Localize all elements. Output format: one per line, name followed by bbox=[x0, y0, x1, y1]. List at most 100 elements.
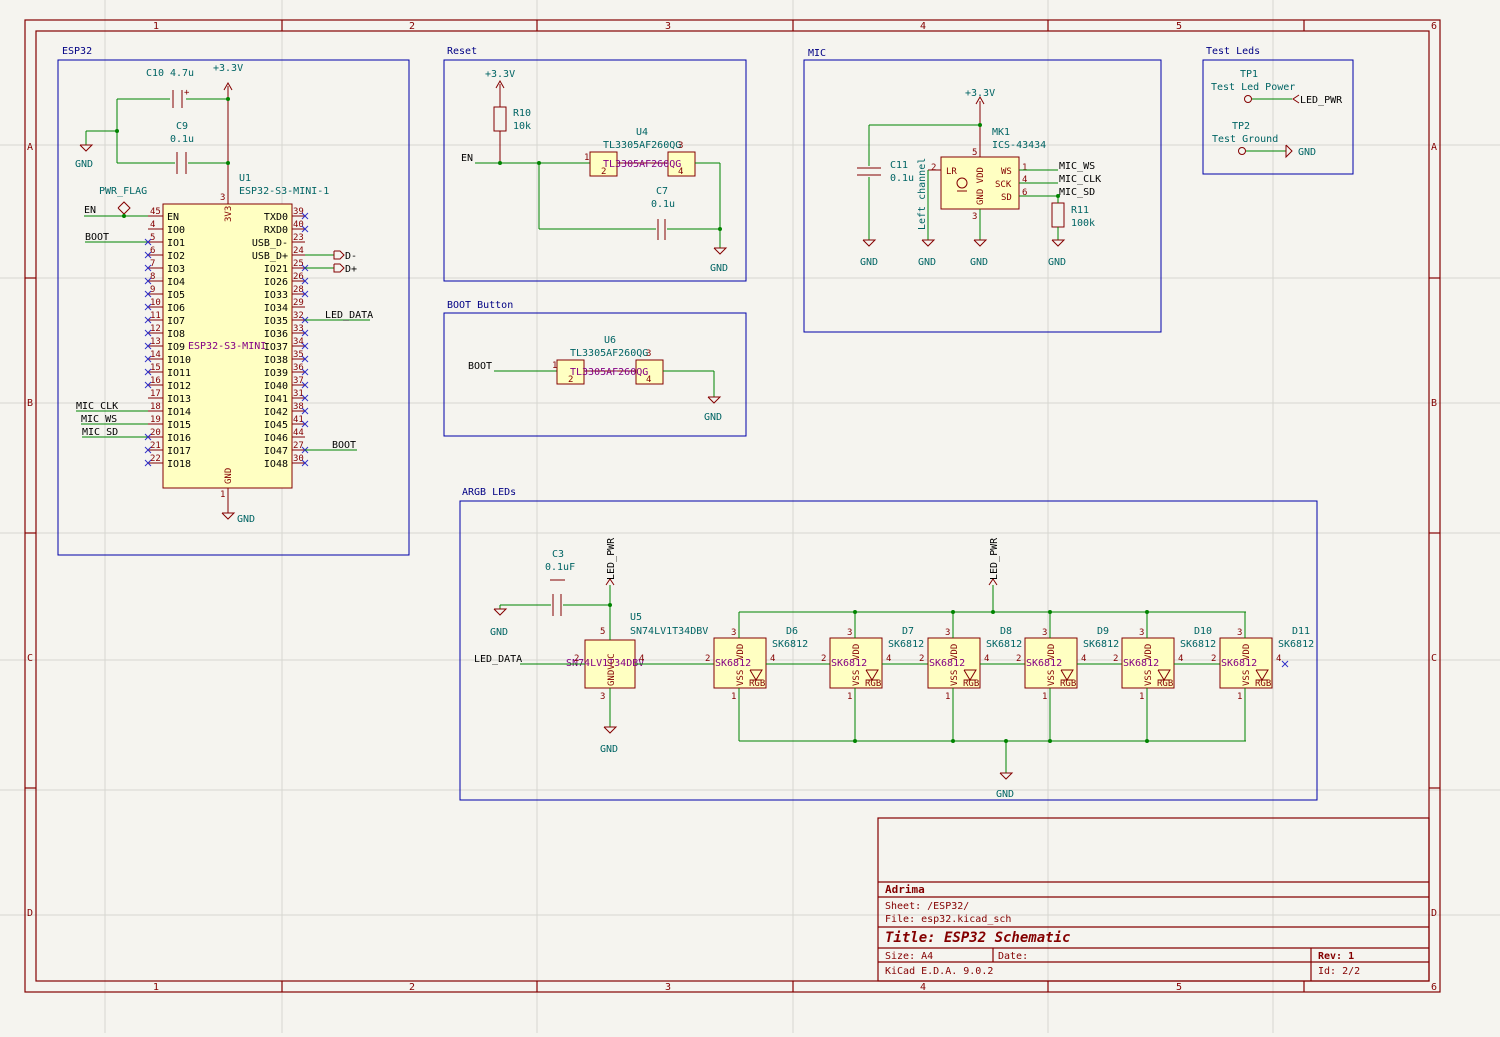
u1-pin-name: IO14 bbox=[167, 407, 191, 418]
svg-text:D8: D8 bbox=[1000, 626, 1012, 637]
svg-text:Test Ground: Test Ground bbox=[1212, 134, 1278, 145]
led-d9: D9SK6812SK6812VDDVSS RGB312 4 bbox=[1016, 610, 1122, 743]
svg-text:3: 3 bbox=[600, 692, 605, 702]
frame-row-label: C bbox=[1431, 653, 1437, 664]
u1-pin-number: 14 bbox=[150, 350, 161, 360]
u1-pin-name: IO5 bbox=[167, 290, 185, 301]
frame-row-label: A bbox=[1431, 142, 1437, 153]
svg-text:ESP32-S3-MINI-1: ESP32-S3-MINI-1 bbox=[239, 186, 329, 197]
led-d7: D7SK6812SK6812VDDVSS RGB312 4 bbox=[821, 610, 928, 743]
kicad-version: KiCad E.D.A. 9.0.2 bbox=[885, 966, 993, 977]
svg-text:C7: C7 bbox=[656, 186, 668, 197]
svg-text:2: 2 bbox=[574, 654, 579, 664]
u1-pin-number: 45 bbox=[150, 207, 161, 217]
svg-text:VSS: VSS bbox=[1047, 670, 1057, 686]
svg-text:1: 1 bbox=[1042, 692, 1047, 702]
svg-text:2: 2 bbox=[568, 375, 573, 385]
svg-text:C9: C9 bbox=[176, 121, 188, 132]
microphone-mk1: MK1 ICS-43434 LR GND VDD WS SCK SD 2 5 3… bbox=[931, 127, 1046, 222]
u1-pin-number: 8 bbox=[150, 272, 155, 282]
u1-pin-number: 30 bbox=[293, 454, 304, 464]
svg-text:4: 4 bbox=[646, 375, 651, 385]
frame-row-label: B bbox=[1431, 398, 1437, 409]
svg-text:PWR_FLAG: PWR_FLAG bbox=[99, 186, 147, 197]
u1-pin-number: 21 bbox=[150, 441, 161, 451]
net-led-data: LED_DATA bbox=[325, 310, 373, 321]
svg-text:VDD: VDD bbox=[852, 644, 862, 660]
svg-text:SK6812: SK6812 bbox=[1278, 639, 1314, 650]
frame-row-label: A bbox=[27, 142, 33, 153]
svg-text:3: 3 bbox=[1139, 628, 1144, 638]
section-esp32: ESP32 +3.3V + C10 4.7u C9 0.1u GND PWR_F… bbox=[57, 46, 410, 556]
u1-pin-number: 16 bbox=[150, 376, 161, 386]
svg-text:2: 2 bbox=[821, 654, 826, 664]
svg-text:GND: GND bbox=[704, 412, 722, 423]
sheet-size: Size: A4 bbox=[885, 951, 933, 962]
svg-text:GND: GND bbox=[918, 257, 936, 268]
svg-text:3: 3 bbox=[220, 193, 225, 203]
net-mic-ws: MIC_WS bbox=[81, 414, 117, 425]
svg-text:4: 4 bbox=[770, 654, 775, 664]
led-d8: D8SK6812SK6812VDDVSS RGB312 4 bbox=[919, 610, 1025, 743]
svg-text:1: 1 bbox=[1022, 163, 1027, 173]
net-mic-ws-mic: MIC_WS bbox=[1059, 161, 1095, 172]
u1-pin-name: IO2 bbox=[167, 251, 185, 262]
frame-row-label: C bbox=[27, 653, 33, 664]
svg-text:MK1: MK1 bbox=[992, 127, 1010, 138]
svg-text:3: 3 bbox=[945, 628, 950, 638]
u1-pin-number: 40 bbox=[293, 220, 304, 230]
u1-pin-name: IO6 bbox=[167, 303, 185, 314]
svg-text:2: 2 bbox=[931, 163, 936, 173]
svg-text:0.1u: 0.1u bbox=[170, 134, 194, 145]
section-reset-title: Reset bbox=[447, 46, 477, 57]
section-argb-title: ARGB LEDs bbox=[462, 487, 516, 498]
u1-pin-number: 36 bbox=[293, 363, 304, 373]
sheet-date: Date: bbox=[998, 951, 1028, 962]
svg-text:C3: C3 bbox=[552, 549, 564, 560]
svg-text:4: 4 bbox=[678, 167, 683, 177]
svg-text:GND: GND bbox=[1048, 257, 1066, 268]
frame-col-label: 1 bbox=[153, 982, 159, 993]
u1-pin-number: 38 bbox=[293, 402, 304, 412]
u1-pin-name: IO46 bbox=[264, 433, 288, 444]
svg-text:TP1: TP1 bbox=[1240, 69, 1258, 80]
u1-pin-number: 23 bbox=[293, 233, 304, 243]
u1-pin-name: IO37 bbox=[264, 342, 288, 353]
net-en: EN bbox=[84, 205, 96, 216]
svg-text:1: 1 bbox=[731, 692, 736, 702]
frame-col-label: 3 bbox=[665, 21, 671, 32]
svg-text:D6: D6 bbox=[786, 626, 798, 637]
svg-text:SN74LV1T34DBV: SN74LV1T34DBV bbox=[630, 626, 708, 637]
led-d6: D6SK6812SK6812VDDVSS RGB312 4 bbox=[705, 612, 830, 741]
schematic-canvas: 112233445566A AB BC CD D ESP32 +3.3V + C10 4… bbox=[0, 0, 1500, 1033]
u1-pin-number: 26 bbox=[293, 272, 304, 282]
u1-pin-name: IO34 bbox=[264, 303, 288, 314]
u1-pin-number: 9 bbox=[150, 285, 155, 295]
u1-pin-name: USB_D+ bbox=[252, 251, 288, 262]
net-led-pwr-bus: LED_PWR bbox=[989, 537, 1000, 580]
svg-text:TL3305AF260QG: TL3305AF260QG bbox=[570, 348, 648, 359]
svg-text:GND VDD: GND VDD bbox=[976, 167, 986, 205]
svg-text:Left channel: Left channel bbox=[917, 158, 928, 230]
u1-pin-number: 25 bbox=[293, 259, 304, 269]
frame-col-label: 5 bbox=[1176, 982, 1182, 993]
svg-text:4: 4 bbox=[1276, 654, 1281, 664]
u1-pin-number: 19 bbox=[150, 415, 161, 425]
u1-pin-name: IO17 bbox=[167, 446, 191, 457]
u1-pin-number: 5 bbox=[150, 233, 155, 243]
svg-text:4: 4 bbox=[639, 654, 644, 664]
svg-text:SK6812: SK6812 bbox=[888, 639, 924, 650]
svg-text:VDD: VDD bbox=[1144, 644, 1154, 660]
u1-pin-number: 18 bbox=[150, 402, 161, 412]
svg-text:2: 2 bbox=[705, 654, 710, 664]
svg-text:3: 3 bbox=[972, 212, 977, 222]
svg-text:GND: GND bbox=[970, 257, 988, 268]
u1-pin-number: 6 bbox=[150, 246, 155, 256]
schematic-sheet: 112233445566AABBCCDD ESP32 +3.3V + C10 4… bbox=[0, 0, 1500, 1033]
u1-pin-name: IO33 bbox=[264, 290, 288, 301]
frame-col-label: 1 bbox=[153, 21, 159, 32]
svg-text:+3.3V: +3.3V bbox=[965, 88, 995, 99]
u1-pin-name: IO36 bbox=[264, 329, 288, 340]
u1-pin-name: IO11 bbox=[167, 368, 191, 379]
capacitor-c10: + C10 4.7u bbox=[117, 68, 228, 108]
